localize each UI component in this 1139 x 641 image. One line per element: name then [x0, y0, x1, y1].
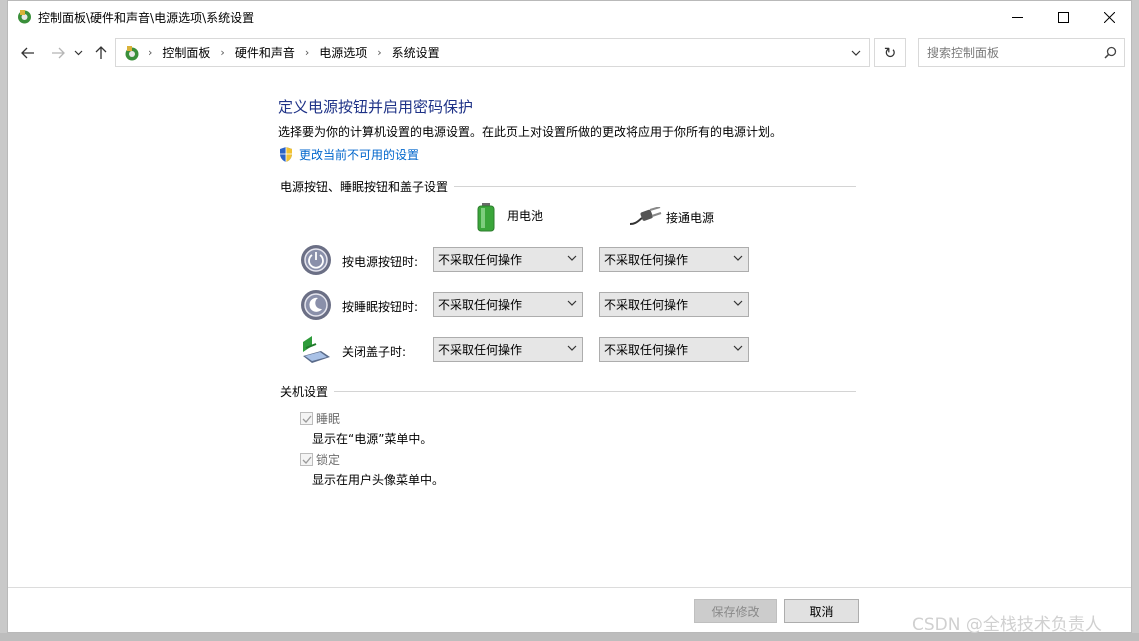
refresh-button[interactable]: ↻: [874, 38, 906, 67]
minimize-icon: [1011, 16, 1023, 18]
sleep-checkbox[interactable]: [300, 412, 313, 425]
power-button-icon: [301, 245, 331, 275]
back-arrow-icon: [21, 47, 34, 59]
up-arrow-icon: [95, 46, 107, 59]
breadcrumb: › 控制面板 › 硬件和声音 › 电源选项 › 系统设置: [146, 39, 440, 66]
chevron-down-icon: [567, 345, 577, 351]
change-unavailable-settings-link[interactable]: 更改当前不可用的设置: [299, 146, 419, 163]
chevron-right-icon[interactable]: ›: [220, 46, 224, 59]
control-panel-icon: [18, 10, 31, 24]
up-button[interactable]: [90, 41, 112, 65]
chevron-right-icon[interactable]: ›: [305, 46, 309, 59]
search-box[interactable]: [918, 38, 1125, 67]
control-panel-icon: [125, 46, 139, 61]
section-divider: [454, 186, 856, 187]
refresh-icon: ↻: [883, 43, 897, 62]
chevron-down-icon: [733, 345, 743, 351]
select-value: 不采取任何操作: [438, 298, 523, 312]
sleep-button-battery-select[interactable]: 不采取任何操作: [433, 292, 583, 317]
cancel-button[interactable]: 取消: [784, 599, 859, 623]
select-value: 不采取任何操作: [604, 253, 689, 267]
chevron-right-icon[interactable]: ›: [377, 46, 381, 59]
close-icon: [1103, 11, 1115, 23]
address-dropdown-button[interactable]: [847, 43, 865, 62]
sleep-checkbox-label: 睡眠: [316, 412, 341, 426]
laptop-lid-icon: [303, 336, 330, 363]
battery-column-label: 用电池: [507, 208, 544, 223]
control-panel-window: 控制面板\硬件和声音\电源选项\系统设置 › 控制面板 › 硬件和声音 › 电源…: [7, 0, 1132, 633]
sleep-checkbox-row[interactable]: 睡眠: [300, 410, 340, 427]
chevron-right-icon: ›: [148, 46, 153, 59]
chevron-down-icon: [733, 255, 743, 261]
chevron-down-icon: [851, 50, 861, 56]
power-section-header: 电源按钮、睡眠按钮和盖子设置: [280, 178, 856, 195]
check-icon: [302, 456, 312, 464]
chevron-down-icon: [733, 300, 743, 306]
forward-arrow-icon: [52, 47, 65, 59]
lock-checkbox-label: 锁定: [316, 453, 341, 467]
sleep-button-plugged-select[interactable]: 不采取任何操作: [599, 292, 749, 317]
close-button[interactable]: [1086, 1, 1132, 33]
check-icon: [302, 415, 312, 423]
close-lid-battery-select[interactable]: 不采取任何操作: [433, 337, 583, 362]
address-bar[interactable]: › 控制面板 › 硬件和声音 › 电源选项 › 系统设置: [115, 38, 870, 67]
lock-checkbox[interactable]: [300, 453, 313, 466]
shutdown-section-title: 关机设置: [280, 385, 329, 399]
select-value: 不采取任何操作: [438, 343, 523, 357]
change-settings-link-row[interactable]: 更改当前不可用的设置: [278, 146, 419, 163]
page-title: 定义电源按钮并启用密码保护: [278, 98, 474, 116]
chevron-down-icon: [74, 50, 82, 56]
power-plug-icon: [629, 207, 662, 225]
recent-locations-button[interactable]: [70, 41, 86, 65]
plugged-column-label: 接通电源: [666, 210, 715, 225]
sleep-button-label: 按睡眠按钮时:: [342, 300, 419, 314]
maximize-icon: [1057, 11, 1069, 23]
battery-icon: [477, 203, 495, 232]
chevron-down-icon: [567, 255, 577, 261]
shutdown-section-header: 关机设置: [280, 383, 856, 400]
sleep-button-icon: [301, 290, 331, 320]
save-changes-button[interactable]: 保存修改: [694, 599, 777, 623]
search-icon[interactable]: [1104, 46, 1117, 59]
csdn-watermark: CSDN @全栈技术负责人: [912, 615, 1102, 635]
select-value: 不采取任何操作: [604, 298, 689, 312]
power-button-row: 按电源按钮时: 不采取任何操作 不采取任何操作: [300, 245, 749, 275]
power-button-battery-select[interactable]: 不采取任何操作: [433, 247, 583, 272]
breadcrumb-control-panel[interactable]: 控制面板: [162, 44, 210, 61]
minimize-button[interactable]: [994, 1, 1040, 33]
chevron-down-icon: [567, 300, 577, 306]
title-bar: 控制面板\硬件和声音\电源选项\系统设置: [8, 1, 1131, 33]
close-lid-plugged-select[interactable]: 不采取任何操作: [599, 337, 749, 362]
back-button[interactable]: [17, 41, 39, 65]
footer-divider: [8, 587, 1131, 588]
search-input[interactable]: [919, 39, 1099, 66]
battery-column-header: 用电池: [475, 202, 543, 232]
lock-checkbox-row[interactable]: 锁定: [300, 451, 340, 468]
breadcrumb-power-options[interactable]: 电源选项: [319, 44, 367, 61]
power-button-plugged-select[interactable]: 不采取任何操作: [599, 247, 749, 272]
lock-checkbox-description: 显示在用户头像菜单中。: [312, 473, 445, 487]
power-button-label: 按电源按钮时:: [342, 255, 419, 269]
forward-button[interactable]: [47, 41, 69, 65]
uac-shield-icon: [280, 147, 292, 162]
breadcrumb-hardware-sound[interactable]: 硬件和声音: [235, 44, 295, 61]
maximize-button[interactable]: [1040, 1, 1086, 33]
power-section-title: 电源按钮、睡眠按钮和盖子设置: [280, 180, 449, 194]
select-value: 不采取任何操作: [438, 253, 523, 267]
plugged-column-header: 接通电源: [628, 207, 714, 227]
section-divider: [334, 391, 856, 392]
select-value: 不采取任何操作: [604, 343, 689, 357]
close-lid-row: 关闭盖子时: 不采取任何操作 不采取任何操作: [300, 335, 749, 365]
breadcrumb-system-settings[interactable]: 系统设置: [392, 44, 440, 61]
close-lid-label: 关闭盖子时:: [342, 345, 407, 359]
page-description: 选择要为你的计算机设置的电源设置。在此页上对设置所做的更改将应用于你所有的电源计…: [278, 125, 783, 139]
window-title: 控制面板\硬件和声音\电源选项\系统设置: [38, 11, 255, 25]
sleep-checkbox-description: 显示在“电源”菜单中。: [312, 432, 433, 446]
sleep-button-row: 按睡眠按钮时: 不采取任何操作 不采取任何操作: [300, 290, 749, 320]
